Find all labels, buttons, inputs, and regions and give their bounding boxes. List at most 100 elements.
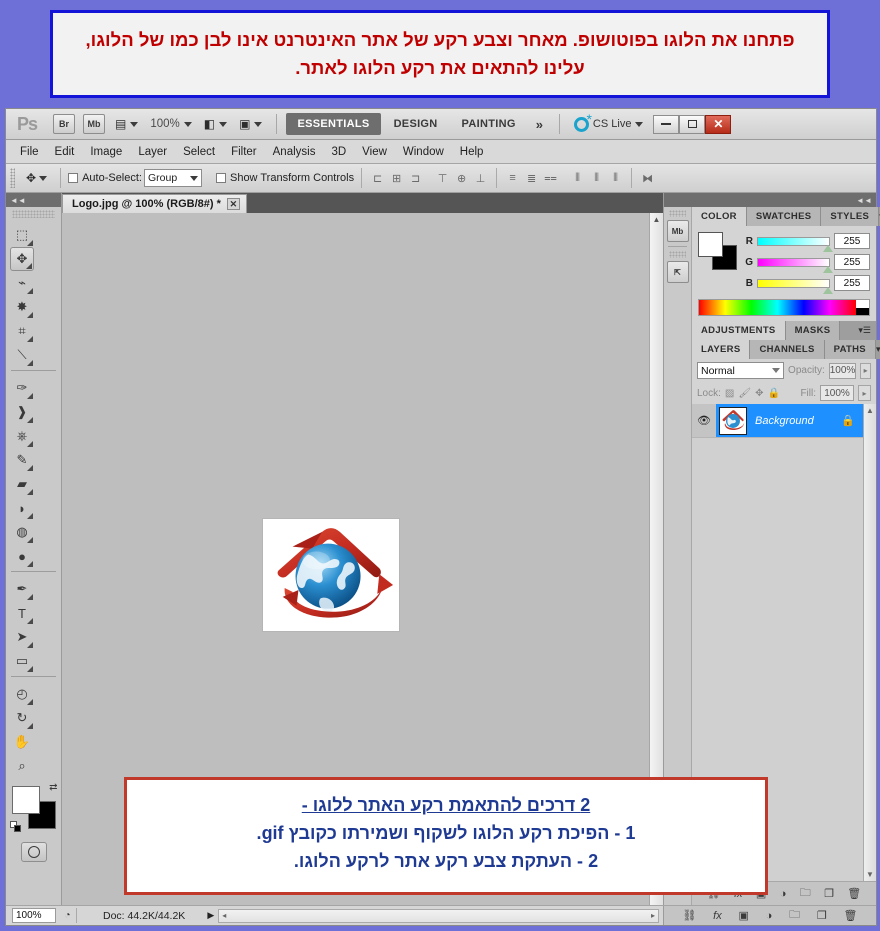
menu-select[interactable]: Select — [175, 143, 223, 161]
crop-tool[interactable]: ⌗ — [10, 319, 34, 343]
spot-healing-brush-tool[interactable]: ✑ — [10, 376, 34, 400]
path-selection-tool[interactable]: ➤ — [10, 625, 34, 649]
workspace-essentials[interactable]: ESSENTIALS — [286, 113, 381, 135]
dock-collapse-button[interactable]: ◄◄ — [664, 193, 876, 207]
brush-tool[interactable]: ❱ — [10, 400, 34, 424]
align-right-edges-icon[interactable]: ⊐ — [407, 170, 424, 187]
slider-knob-b[interactable] — [823, 286, 833, 294]
zoom-level-selector[interactable]: 100% — [150, 118, 192, 130]
arrange-documents-button[interactable]: ◧ — [204, 117, 228, 131]
menu-edit[interactable]: Edit — [47, 143, 83, 161]
blur-tool[interactable]: ◍ — [10, 520, 34, 544]
slider-knob-g[interactable] — [823, 265, 833, 273]
menu-help[interactable]: Help — [452, 143, 492, 161]
distribute-horizontal-centers-icon[interactable]: ⫴ — [588, 170, 605, 187]
maximize-button[interactable] — [679, 114, 706, 134]
slider-knob-r[interactable] — [823, 244, 833, 252]
scroll-up-icon[interactable]: ▲ — [653, 215, 661, 224]
fill-value[interactable]: 100% — [820, 385, 854, 401]
new-layer-icon[interactable]: ❐ — [817, 909, 827, 922]
history-brush-tool[interactable]: ✎ — [10, 448, 34, 472]
auto-select-scope-dropdown[interactable]: Group — [143, 169, 202, 187]
show-transform-controls-checkbox[interactable] — [215, 173, 226, 183]
new-group-icon[interactable]: 🗀 — [800, 884, 811, 903]
slider-value-g[interactable]: 255 — [834, 254, 870, 270]
options-bar-grip[interactable] — [10, 168, 15, 188]
tab-paths[interactable]: PATHS — [824, 340, 876, 359]
dock-grip[interactable] — [669, 251, 686, 258]
bridge-button[interactable]: Br — [53, 114, 76, 134]
lock-position-icon[interactable]: ✥ — [755, 388, 763, 399]
layer-name[interactable]: Background — [747, 415, 841, 427]
distribute-left-edges-icon[interactable]: ⦀ — [569, 170, 586, 187]
distribute-right-edges-icon[interactable]: ⦀ — [607, 170, 624, 187]
panel-menu-icon[interactable]: ▾☰ — [858, 326, 871, 335]
close-icon[interactable]: ✕ — [226, 198, 240, 210]
default-colors-icon[interactable] — [9, 821, 21, 832]
close-button[interactable]: ✕ — [705, 114, 732, 134]
quick-mask-button[interactable] — [20, 842, 47, 862]
lock-image-pixels-icon[interactable]: 🖌 — [738, 388, 751, 399]
dodge-tool[interactable]: ● — [10, 544, 34, 568]
move-tool[interactable]: ✥ — [10, 247, 34, 271]
type-tool[interactable]: T — [10, 601, 34, 625]
mini-bridge-button[interactable]: Mb — [83, 114, 106, 134]
slider-track-r[interactable] — [757, 236, 833, 252]
add-layer-mask-icon[interactable]: ▣ — [738, 909, 748, 922]
status-zoom-field[interactable]: 100% — [12, 908, 56, 923]
delete-layer-icon[interactable]: 🗑 — [847, 887, 861, 900]
screen-mode-button[interactable]: ▣ — [239, 117, 263, 131]
slider-value-r[interactable]: 255 — [834, 233, 870, 249]
layer-list-scrollbar[interactable]: ▲ ▼ — [863, 404, 876, 881]
layer-thumbnail[interactable] — [719, 406, 747, 435]
quick-selection-tool[interactable]: ✸ — [10, 295, 34, 319]
layer-visibility-icon[interactable]: 👁 — [692, 404, 716, 437]
eraser-tool[interactable]: ▰ — [10, 472, 34, 496]
new-fill-adjustment-layer-icon[interactable]: ◑ — [766, 910, 773, 922]
scroll-down-icon[interactable]: ▼ — [866, 870, 874, 879]
lock-transparent-pixels-icon[interactable]: ▨ — [725, 388, 734, 399]
hand-tool[interactable]: ✋ — [10, 730, 34, 754]
scroll-up-icon[interactable]: ▲ — [866, 406, 874, 415]
slider-track-b[interactable] — [757, 278, 833, 294]
menu-3d[interactable]: 3D — [323, 143, 354, 161]
new-group-icon[interactable]: 🗀 — [789, 906, 800, 925]
mini-bridge-icon[interactable]: Mb — [666, 220, 689, 242]
distribute-top-edges-icon[interactable]: ≡ — [504, 170, 521, 187]
menu-window[interactable]: Window — [395, 143, 452, 161]
new-layer-icon[interactable]: ❐ — [824, 887, 834, 900]
align-vertical-centers-icon[interactable]: ⊕ — [453, 170, 470, 187]
dock-grip[interactable] — [669, 210, 686, 217]
eyedropper-tool[interactable]: ⟍ — [10, 343, 34, 367]
align-top-edges-icon[interactable]: ⊤ — [434, 170, 451, 187]
scroll-left-icon[interactable]: ◂ — [222, 911, 226, 920]
more-workspaces-icon[interactable]: » — [528, 117, 551, 132]
tab-channels[interactable]: CHANNELS — [750, 340, 825, 359]
auto-align-layers-icon[interactable]: ⧓ — [639, 170, 656, 187]
distribute-bottom-edges-icon[interactable]: ⩵ — [542, 170, 559, 187]
foreground-color-swatch[interactable] — [11, 786, 40, 814]
current-tool-preset[interactable]: ✥ — [20, 171, 53, 185]
toolbox-collapse-button[interactable]: ◄◄ — [6, 193, 61, 207]
history-icon[interactable]: ⇱ — [666, 261, 689, 283]
distribute-vertical-centers-icon[interactable]: ≣ — [523, 170, 540, 187]
pen-tool[interactable]: ✒ — [10, 577, 34, 601]
clone-stamp-tool[interactable]: ⎈ — [10, 424, 34, 448]
opacity-stepper[interactable]: ▸ — [860, 362, 871, 379]
tab-layers[interactable]: LAYERS — [692, 340, 751, 359]
swap-colors-icon[interactable]: ⇄ — [49, 782, 57, 793]
align-horizontal-centers-icon[interactable]: ⊞ — [388, 170, 405, 187]
menu-view[interactable]: View — [354, 143, 395, 161]
lasso-tool[interactable]: ⌁ — [10, 271, 34, 295]
auto-select-checkbox[interactable] — [68, 173, 79, 183]
document-info-icon[interactable]: ◔ — [59, 908, 77, 923]
opacity-value[interactable]: 100% — [828, 362, 857, 379]
tab-masks[interactable]: MASKS — [785, 321, 841, 340]
menu-analysis[interactable]: Analysis — [265, 143, 324, 161]
logo-image[interactable] — [262, 518, 400, 632]
menu-image[interactable]: Image — [82, 143, 130, 161]
3d-rotate-tool[interactable]: ◴ — [10, 682, 34, 706]
fill-stepper[interactable]: ▸ — [858, 385, 871, 401]
delete-layer-icon[interactable]: 🗑 — [844, 909, 858, 922]
3d-orbit-tool[interactable]: ↻ — [10, 706, 34, 730]
